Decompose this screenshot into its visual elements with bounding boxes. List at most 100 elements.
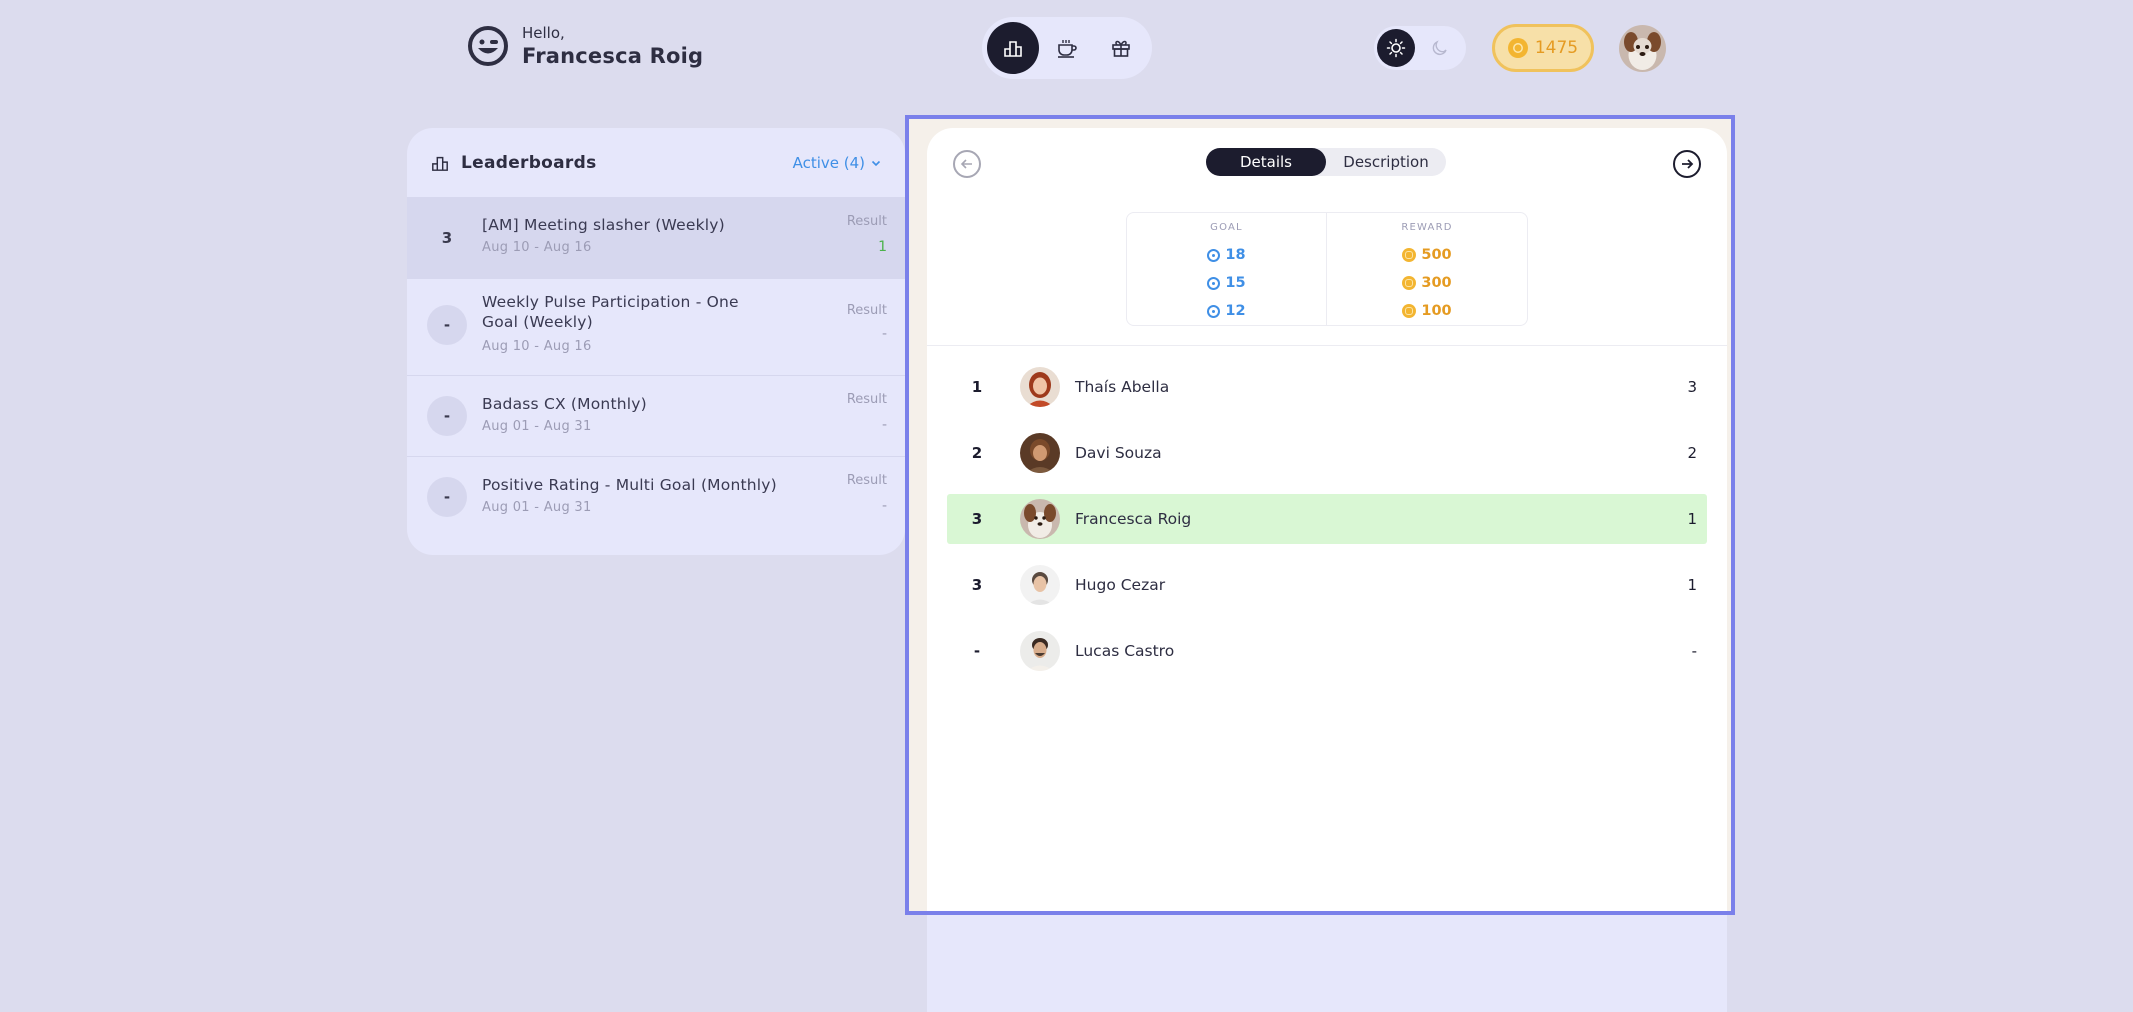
leaderboard-item[interactable]: - Weekly Pulse Participation - One Goal … [407,278,905,375]
avatar [1020,565,1060,605]
user-avatar[interactable] [1619,25,1666,72]
leaderboard-dates: Aug 10 - Aug 16 [482,240,592,255]
goal-reward-table: GOAL 18 15 12 REWARD 500 300 100 [1126,212,1528,326]
greeting: Hello, Francesca Roig [522,24,703,70]
avatar [1020,367,1060,407]
leaderboards-title: Leaderboards [461,152,597,173]
player-score: 3 [1687,378,1697,396]
ranking-row: - Lucas Castro - [947,626,1707,676]
target-icon [1207,248,1221,262]
tab-details[interactable]: Details [1206,148,1326,176]
avatar [1020,499,1060,539]
leaderboard-rank: - [427,477,467,517]
leaderboard-rank: - [427,305,467,345]
arrow-left-icon [960,159,972,169]
player-score: 1 [1687,576,1697,594]
coin-icon [1402,276,1417,290]
active-filter-label: Active (4) [792,153,865,172]
next-leaderboard-button[interactable] [1673,150,1701,178]
leaderboard-dates: Aug 01 - Aug 31 [482,500,592,515]
leaderboard-name: Badass CX (Monthly) [482,395,647,413]
ranking-position: 2 [971,444,983,462]
goal-value: 15 [1225,275,1246,291]
leaderboard-rank: - [427,396,467,436]
coin-icon [1402,304,1417,318]
ranking-row-current-user: 3 Francesca Roig 1 [947,494,1707,544]
sun-icon [1386,38,1406,58]
goal-tier: 12 [1127,303,1326,319]
result-label: Result [846,303,887,318]
leaderboard-detail-card: Details Description GOAL 18 15 12 REWARD… [927,128,1727,911]
reward-tier: 300 [1327,275,1527,291]
light-mode-button[interactable] [1377,29,1415,67]
reward-column: REWARD 500 300 100 [1327,213,1527,325]
target-icon [1207,304,1221,318]
goal-tier: 15 [1127,275,1326,291]
result-value: - [881,498,887,514]
leaderboards-header: Leaderboards Active (4) [407,128,905,197]
player-score: 2 [1687,444,1697,462]
result-value: - [881,326,887,342]
ranking-row: 2 Davi Souza 2 [947,428,1707,478]
target-icon [1207,276,1221,290]
ranking-position: - [973,642,981,660]
result-value: - [881,417,887,433]
detail-panel-background [927,913,1727,1012]
reward-value: 100 [1421,303,1452,319]
nav-coffee-button[interactable] [1041,22,1093,74]
player-score: 1 [1687,510,1697,528]
avatar [1020,631,1060,671]
result-label: Result [846,392,887,407]
leaderboard-rank: 3 [441,229,453,247]
moon-icon [1432,40,1447,56]
coffee-icon [1058,40,1077,58]
coin-icon [1402,248,1417,262]
goal-value: 18 [1225,247,1246,263]
main-nav [982,17,1152,79]
player-name: Hugo Cezar [1075,576,1166,594]
goal-value: 12 [1225,303,1246,319]
coin-balance-value: 1475 [1534,38,1579,58]
reward-value: 500 [1421,247,1452,263]
avatar [1020,433,1060,473]
leaderboard-dates: Aug 01 - Aug 31 [482,419,592,434]
goal-header: GOAL [1210,222,1243,233]
player-name: Francesca Roig [1075,510,1192,528]
leaderboard-dates: Aug 10 - Aug 16 [482,339,592,354]
leaderboard-icon [432,156,448,171]
theme-toggle [1374,26,1466,70]
brand-logo-icon[interactable] [467,25,509,67]
active-filter-dropdown[interactable]: Active (4) [793,154,881,172]
chevron-down-icon [871,160,881,166]
reward-header: REWARD [1401,222,1453,233]
reward-tier: 100 [1327,303,1527,319]
leaderboard-item[interactable]: - Badass CX (Monthly) Aug 01 - Aug 31 Re… [407,375,905,456]
ranking-position: 3 [971,510,983,528]
ranking-row: 1 Thaís Abella 3 [947,362,1707,412]
leaderboard-icon [1004,41,1022,57]
divider [927,345,1727,346]
leaderboard-item[interactable]: 3 [AM] Meeting slasher (Weekly) Aug 10 -… [407,197,905,278]
tab-description[interactable]: Description [1326,148,1446,176]
coin-icon [1507,38,1528,58]
result-label: Result [846,473,887,488]
leaderboard-name: Positive Rating - Multi Goal (Monthly) [482,476,777,494]
leaderboard-item[interactable]: - Positive Rating - Multi Goal (Monthly)… [407,456,905,537]
result-value: 1 [878,239,887,255]
player-name: Davi Souza [1075,444,1162,462]
gift-icon [1112,40,1130,57]
previous-leaderboard-button[interactable] [953,150,981,178]
goal-tier: 18 [1127,247,1326,263]
nav-leaderboard-button[interactable] [987,22,1039,74]
ranking-position: 3 [971,576,983,594]
leaderboard-name: Weekly Pulse Participation - One Goal (W… [482,293,739,331]
coin-balance-button[interactable]: 1475 [1492,24,1594,72]
arrow-right-icon [1682,159,1694,169]
dark-mode-button[interactable] [1421,29,1459,67]
nav-gift-button[interactable] [1095,22,1147,74]
ranking-position: 1 [971,378,983,396]
player-score: - [1691,642,1697,660]
result-label: Result [846,214,887,229]
greeting-text: Hello, [522,24,565,42]
reward-tier: 500 [1327,247,1527,263]
